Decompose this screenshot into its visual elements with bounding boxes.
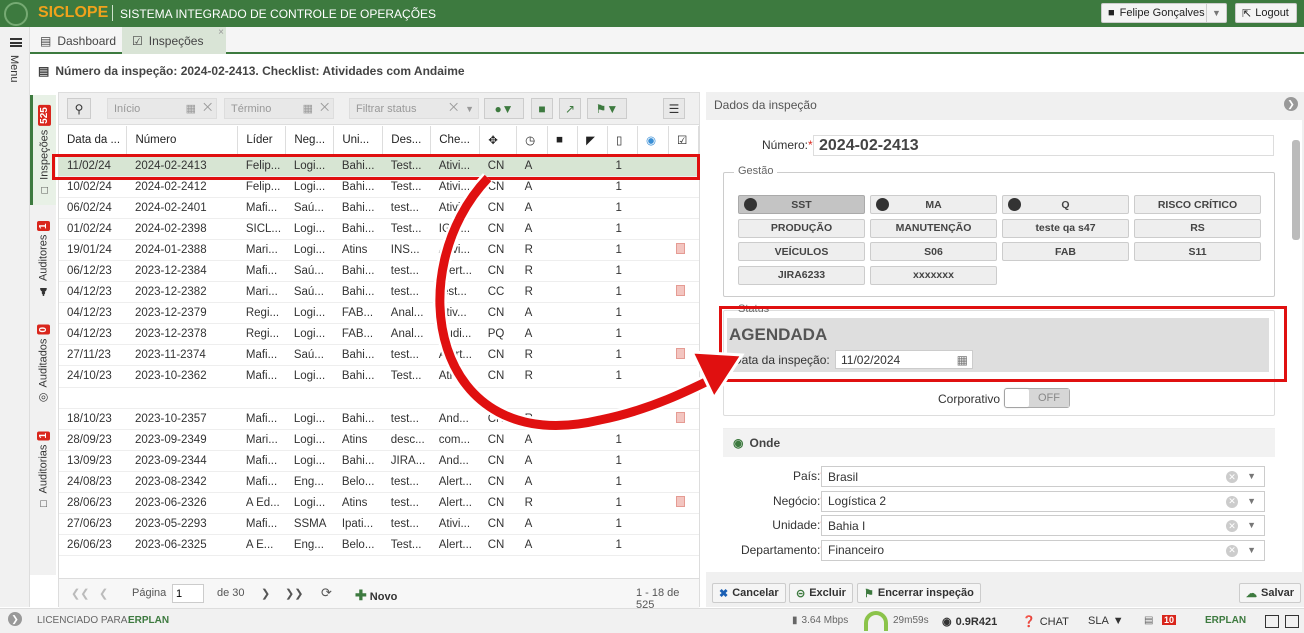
annotation-arrow [432, 173, 745, 433]
